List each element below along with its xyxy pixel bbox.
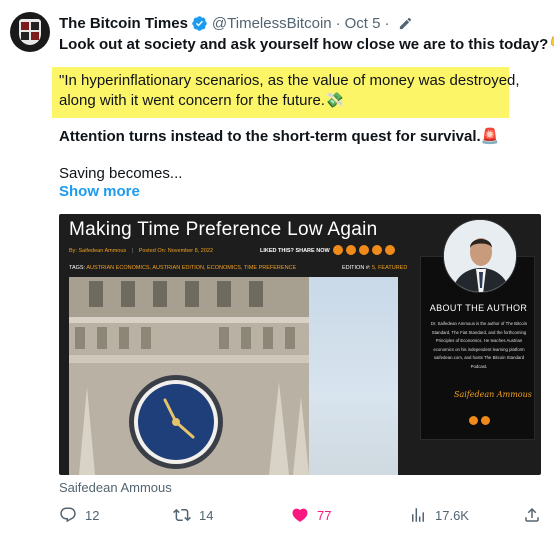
tweet-text-line3: Attention turns instead to the short-ter…	[59, 127, 499, 147]
line3-text: Attention turns instead to the short-ter…	[59, 128, 481, 145]
posted-date: November 8, 2022	[167, 248, 213, 254]
author-handle[interactable]: @TimelessBitcoin	[212, 15, 332, 32]
quote-line1: "In hyperinflationary scenarios, as the …	[59, 72, 520, 89]
separator-dot: ·	[335, 14, 341, 32]
by-label: By:	[69, 248, 77, 254]
retweet-icon	[173, 508, 191, 522]
facebook-icon	[333, 245, 343, 255]
tags-values: AUSTRIAN ECONOMICS, AUSTRIAN EDITION, EC…	[86, 265, 297, 271]
posted-label: Posted On:	[138, 248, 167, 254]
email-icon	[385, 245, 395, 255]
clock-tower-photo	[69, 277, 398, 475]
retweet-count: 14	[199, 507, 214, 523]
share-icons	[333, 245, 395, 255]
card-title: Making Time Preference Low Again	[69, 219, 378, 240]
share-label: LIKED THIS? SHARE NOW	[260, 248, 330, 254]
about-author-text: Dr. Saifedean Ammous is the author of Th…	[430, 321, 528, 369]
reply-button[interactable]: 12	[59, 503, 99, 527]
shield-logo-icon	[19, 19, 41, 45]
verified-badge-icon	[192, 15, 207, 31]
quote-line2: along with it went concern for the futur…	[59, 91, 344, 111]
linkedin-icon	[359, 245, 369, 255]
tweet-header: The Bitcoin Times @TimelessBitcoin · Oct…	[59, 13, 413, 33]
views-button[interactable]: 17.6K	[409, 503, 469, 527]
edition-label: EDITION #:	[342, 265, 371, 271]
tags-label: TAGS:	[69, 265, 86, 271]
share-upload-icon	[525, 507, 539, 522]
card-tags: TAGS: AUSTRIAN ECONOMICS, AUSTRIAN EDITI…	[69, 265, 296, 271]
author-twitter-icon	[481, 416, 490, 425]
reply-count: 12	[85, 507, 100, 523]
author-portrait	[443, 219, 517, 293]
author-name[interactable]: The Bitcoin Times	[59, 15, 188, 32]
tweet-actions: 12 14 77 17.6K	[0, 503, 554, 527]
separator-dot: ·	[384, 14, 390, 32]
like-count: 77	[317, 507, 332, 523]
share-button[interactable]	[523, 503, 541, 527]
post-date[interactable]: Oct 5	[345, 15, 381, 32]
about-author-title: ABOUT THE AUTHOR	[429, 303, 528, 313]
author-link-icon	[469, 416, 478, 425]
reddit-icon	[372, 245, 382, 255]
card-edition: EDITION #: 5, FEATURED	[342, 265, 407, 271]
twitter-icon	[346, 245, 356, 255]
tweet-text-line4: Saving becomes...	[59, 165, 183, 182]
view-count: 17.6K	[435, 507, 469, 523]
byline-author: Saifedean Ammous	[78, 248, 127, 254]
edition-values: 5, FEATURED	[371, 265, 408, 271]
siren-emoji: 🚨	[480, 128, 500, 145]
analytics-bars-icon	[412, 508, 424, 522]
card-byline: By: Saifedean Ammous | Posted On: Novemb…	[69, 248, 213, 254]
retweet-button[interactable]: 14	[173, 503, 213, 527]
author-social-icons	[469, 416, 490, 425]
like-button[interactable]: 77	[291, 503, 331, 527]
article-card-image[interactable]: Making Time Preference Low Again By: Sai…	[59, 214, 541, 475]
pointing-down-emoji: 👇	[548, 36, 554, 53]
avatar[interactable]	[10, 12, 50, 52]
image-caption: Saifedean Ammous	[59, 480, 172, 495]
quote-line2-text: along with it went concern for the futur…	[59, 92, 325, 109]
heart-filled-icon	[292, 508, 308, 522]
show-more-link[interactable]: Show more	[59, 183, 140, 200]
tweet-text-line1: Look out at society and ask yourself how…	[59, 35, 554, 55]
money-wings-emoji: 💸	[324, 92, 344, 109]
author-signature: Saifedean Ammous	[454, 390, 532, 399]
edited-pencil-icon[interactable]	[398, 16, 413, 31]
reply-icon	[60, 507, 76, 523]
line1-text: Look out at society and ask yourself how…	[59, 36, 549, 53]
